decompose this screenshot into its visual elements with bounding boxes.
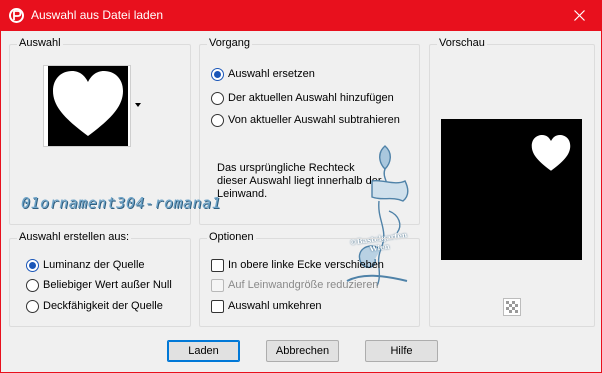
checkbox-box (211, 299, 224, 313)
check-clip-to-canvas[interactable]: Auf Leinwandgröße reduzieren (211, 276, 378, 294)
checkbox-label: Auswahl umkehren (228, 300, 322, 312)
radio-replace-selection[interactable]: Auswahl ersetzen (211, 65, 315, 83)
radio-dot (211, 113, 224, 127)
auswahl-group-label: Auswahl (17, 37, 63, 49)
radio-dot (26, 278, 39, 292)
radio-nonzero-value[interactable]: Beliebiger Wert außer Null (26, 276, 172, 294)
radio-dot (26, 258, 39, 272)
radio-label: Der aktuellen Auswahl hinzufügen (228, 92, 394, 104)
radio-label: Von aktueller Auswahl subtrahieren (228, 114, 400, 126)
close-icon (573, 10, 585, 21)
radio-label: Luminanz der Quelle (43, 259, 145, 271)
paintshop-icon (9, 8, 24, 23)
radio-dot (211, 67, 224, 81)
checkbox-box (211, 258, 224, 272)
load-button[interactable]: Laden (167, 340, 240, 362)
watermark-filename: 01ornament304-romana1 (21, 194, 222, 212)
radio-label: Auswahl ersetzen (228, 68, 315, 80)
selection-file-picker[interactable] (43, 65, 131, 147)
erstellen-group-label: Auswahl erstellen aus: (17, 231, 132, 243)
vorschau-group-label: Vorschau (437, 37, 487, 49)
title-bar: Auswahl aus Datei laden (0, 0, 602, 31)
radio-label: Deckfähigkeit der Quelle (43, 300, 163, 312)
radio-add-selection[interactable]: Der aktuellen Auswahl hinzufügen (211, 89, 394, 107)
radio-dot (26, 299, 39, 313)
radio-source-opacity[interactable]: Deckfähigkeit der Quelle (26, 297, 163, 315)
checkerboard-icon (506, 301, 518, 313)
window-title: Auswahl aus Datei laden (31, 8, 164, 22)
help-button[interactable]: Hilfe (365, 340, 438, 362)
check-invert-selection[interactable]: Auswahl umkehren (211, 297, 322, 315)
heart-preview-icon (531, 134, 571, 171)
dialog-body: Auswahl Vorgang Auswahl ersetzen Der akt… (0, 31, 602, 373)
vorschau-group: Vorschau (429, 37, 595, 327)
close-button[interactable] (556, 0, 602, 31)
checkbox-box (211, 278, 224, 292)
radio-source-luminance[interactable]: Luminanz der Quelle (26, 256, 145, 274)
transparency-toggle-button[interactable] (503, 298, 521, 316)
radio-dot (211, 91, 224, 105)
optionen-group-label: Optionen (207, 231, 256, 243)
checkbox-label: Auf Leinwandgröße reduzieren (228, 279, 379, 291)
radio-label: Beliebiger Wert außer Null (43, 279, 172, 291)
cancel-button[interactable]: Abbrechen (266, 340, 339, 362)
radio-subtract-selection[interactable]: Von aktueller Auswahl subtrahieren (211, 111, 400, 129)
heart-selection-thumbnail (48, 66, 128, 146)
preview-canvas (441, 119, 582, 260)
check-move-top-left[interactable]: In obere linke Ecke verschieben (211, 256, 384, 274)
dropdown-arrow-icon[interactable] (135, 103, 141, 107)
checkbox-label: In obere linke Ecke verschieben (228, 259, 384, 271)
vorgang-group-label: Vorgang (207, 37, 252, 49)
